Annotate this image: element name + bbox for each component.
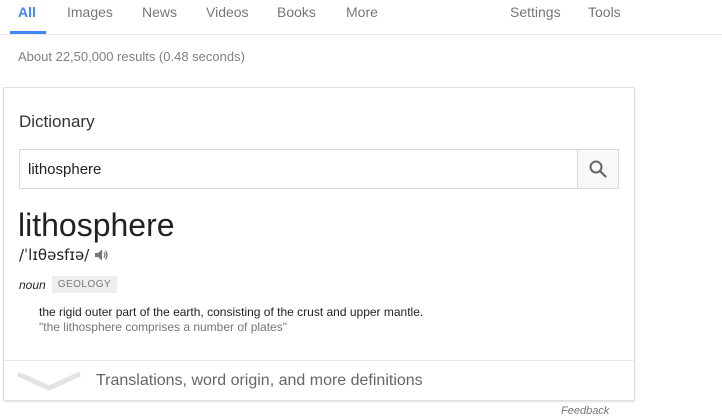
active-tab-indicator [10,31,46,34]
pronunciation: /ˈlɪθəsfɪə/ [19,246,90,264]
tab-news[interactable]: News [142,4,177,20]
more-definitions-expander[interactable]: Translations, word origin, and more defi… [4,360,634,401]
results-stats: About 22,50,000 results (0.48 seconds) [18,49,245,64]
dictionary-search-button[interactable] [577,150,618,188]
part-of-speech-row: noun GEOLOGY [19,276,118,293]
chevron-down-icon [16,371,82,391]
tab-images[interactable]: Images [67,4,113,20]
more-definitions-link[interactable]: Translations, word origin, and more defi… [96,372,423,390]
tab-all[interactable]: All [18,4,36,20]
tab-books[interactable]: Books [277,4,316,20]
definition-text: the rigid outer part of the earth, consi… [39,305,424,319]
search-tabs-bar: All Images News Videos Books More Settin… [0,0,722,35]
tab-settings[interactable]: Settings [510,4,561,20]
tab-videos[interactable]: Videos [206,4,249,20]
card-title: Dictionary [19,112,95,131]
dictionary-search-input[interactable] [20,150,580,188]
feedback-link[interactable]: Feedback [561,405,609,417]
example-text: "the lithosphere comprises a number of p… [39,320,287,334]
tab-tools[interactable]: Tools [588,4,621,20]
part-of-speech: noun [19,277,46,292]
pronunciation-row: /ˈlɪθəsfɪə/ [19,246,109,264]
dictionary-card: Dictionary lithosphere /ˈlɪθəsfɪə/ noun … [3,87,635,401]
speaker-icon[interactable] [93,247,109,263]
headword: lithosphere [18,207,175,243]
dictionary-search-box [19,149,619,189]
search-icon [589,160,607,178]
subject-label-badge: GEOLOGY [51,276,118,293]
tab-more[interactable]: More [346,4,378,20]
